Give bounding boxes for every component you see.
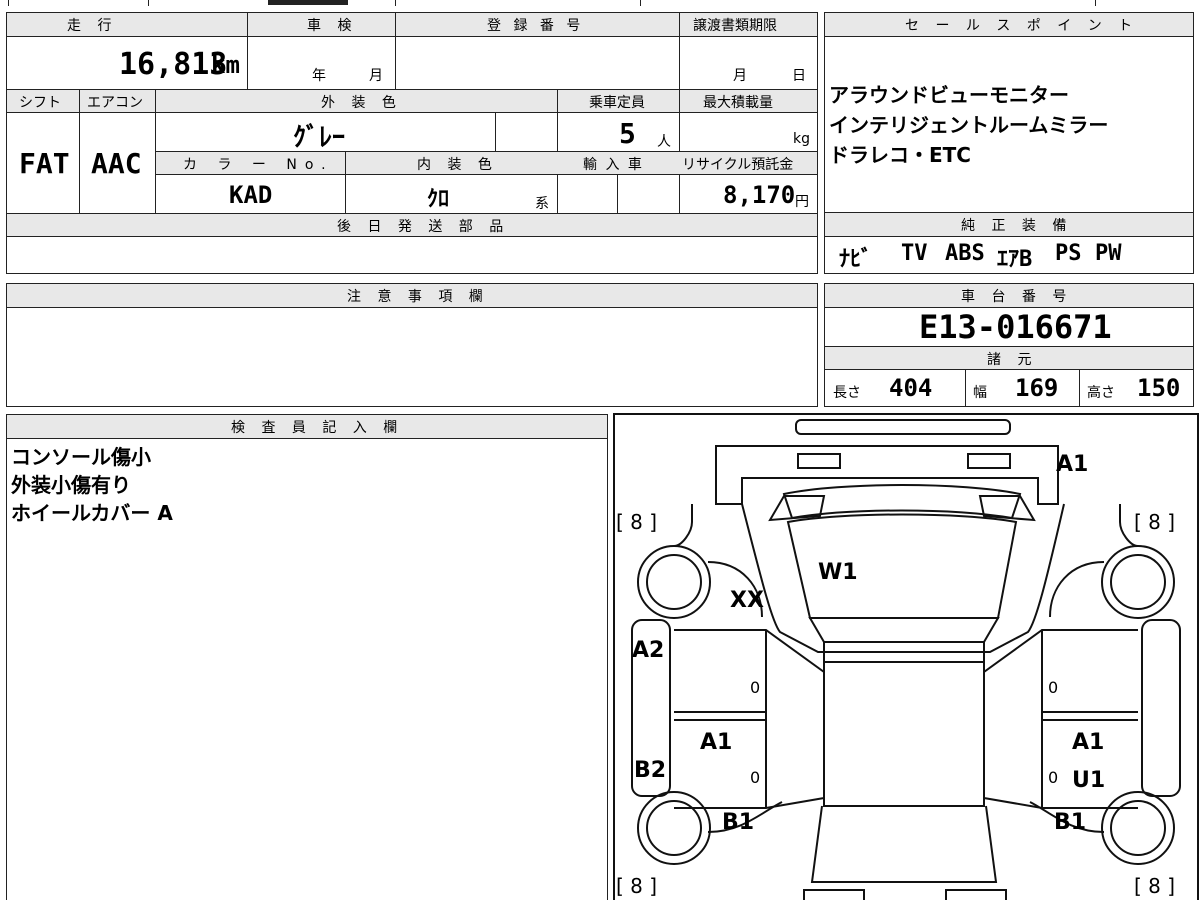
damage-code-a1-right: A1 [1072,730,1105,755]
tire-rear-right: [ 8 ] [1134,874,1176,898]
inspector-box: 検 査 員 記 入 欄 コンソール傷小 外装小傷有り ホイールカバー A [6,414,608,900]
import-header: 輸 入 車 [583,157,644,173]
notes-box: 注 意 事 項 欄 [6,283,818,407]
equipment-item: PW [1095,241,1122,266]
aircon-header: エアコン [87,95,143,111]
recycle-header: リサイクル預託金 [682,157,794,173]
capacity-header: 乗車定員 [589,95,645,111]
exterior-color-value: ｸﾞﾚｰ [293,123,346,153]
damage-code-xx: XX [730,588,764,613]
capacity-unit: 人 [657,134,671,150]
interior-color-header: 内 装 色 [417,157,498,173]
sales-point-line: アラウンドビューモニター [829,83,1069,107]
equipment-item: ﾅﾋﾞ [839,247,873,272]
equipment-item: PS [1055,241,1082,266]
damage-code-a2: A2 [632,638,665,663]
tire-rear-left: [ 8 ] [616,874,658,898]
damage-code-w1: W1 [818,560,858,585]
car-damage-diagram: [ 8 ] [ 8 ] [ 8 ] [ 8 ] A1 W1 XX A2 B2 A… [612,412,1200,900]
transfer-deadline-header: 譲渡書類期限 [693,18,777,34]
equipment-item: ABS [945,241,985,266]
color-no-header: カ ラ ー No. [183,157,334,173]
equipment-item: TV [901,241,928,266]
sales-point-line: インテリジェントルームミラー [829,113,1109,137]
inspector-line: ホイールカバー A [11,501,173,525]
basic-info-table: 走 行 車 検 登 録 番 号 譲渡書類期限 16,813 km 年 月 月 日… [6,12,818,274]
later-parts-header: 後 日 発 送 部 品 [337,219,510,235]
shift-value: FAT [19,147,70,180]
max-load-header: 最大積載量 [703,95,773,111]
notes-header: 注 意 事 項 欄 [347,289,489,305]
zero-mark: 0 [1048,678,1059,697]
damage-code-b1-left: B1 [722,810,755,835]
damage-code-b2: B2 [634,758,667,783]
inspector-line: コンソール傷小 [11,445,151,469]
inspector-line: 外装小傷有り [11,473,131,497]
zero-mark: 0 [750,678,761,697]
color-no-value: KAD [229,181,273,209]
aircon-value: AAC [91,147,142,180]
capacity-value: 5 [619,117,636,150]
interior-color-value: ｸﾛ [427,187,450,212]
equipment-header: 純 正 装 備 [961,218,1073,234]
car-outline [613,413,1199,900]
tire-front-left: [ 8 ] [616,510,658,534]
chassis-number: E13-016671 [919,308,1112,346]
recycle-unit: 円 [795,194,809,210]
mileage-unit: km [211,51,240,79]
damage-code-u1-right: U1 [1072,768,1106,793]
transfer-day: 日 [792,68,806,84]
zero-mark: 0 [750,768,761,787]
chassis-box: 車 台 番 号 E13-016671 諸 元 長さ 404 幅 169 高さ 1… [824,283,1194,407]
specs-header: 諸 元 [987,352,1038,368]
sales-point-header: セ ー ル ス ポ イ ン ト [905,18,1139,34]
chassis-header: 車 台 番 号 [961,289,1073,305]
inspection-month: 月 [369,68,383,84]
zero-mark: 0 [1048,768,1059,787]
exterior-color-header: 外 装 色 [321,95,402,111]
registration-header: 登 録 番 号 [487,18,585,34]
max-load-unit: kg [793,131,810,147]
length-value: 404 [889,374,933,402]
interior-color-unit: 系 [535,196,549,212]
sales-point-line: ドラレコ・ETC [829,143,971,167]
inspection-header: 車 検 [307,18,358,34]
shift-header: シフト [19,95,61,111]
damage-code-b1-right: B1 [1054,810,1087,835]
equipment-item: ｴｱB [997,247,1033,272]
width-value: 169 [1015,374,1059,402]
recycle-value: 8,170 [723,181,796,209]
equipment-box: 純 正 装 備 ﾅﾋﾞ TV ABS ｴｱB PS PW [824,212,1194,274]
sales-point-box: セ ー ル ス ポ イ ン ト アラウンドビューモニター インテリジェントルーム… [824,12,1194,214]
inspection-year: 年 [312,68,326,84]
inspector-header: 検 査 員 記 入 欄 [231,420,404,436]
height-value: 150 [1137,374,1181,402]
damage-code-a1-front: A1 [1056,452,1089,477]
transfer-month: 月 [733,68,747,84]
mileage-header: 走 行 [67,18,118,34]
length-label: 長さ [833,385,861,401]
height-label: 高さ [1087,385,1115,401]
top-strip [0,0,1200,6]
damage-code-a1-left: A1 [700,730,733,755]
width-label: 幅 [973,385,987,401]
tire-front-right: [ 8 ] [1134,510,1176,534]
